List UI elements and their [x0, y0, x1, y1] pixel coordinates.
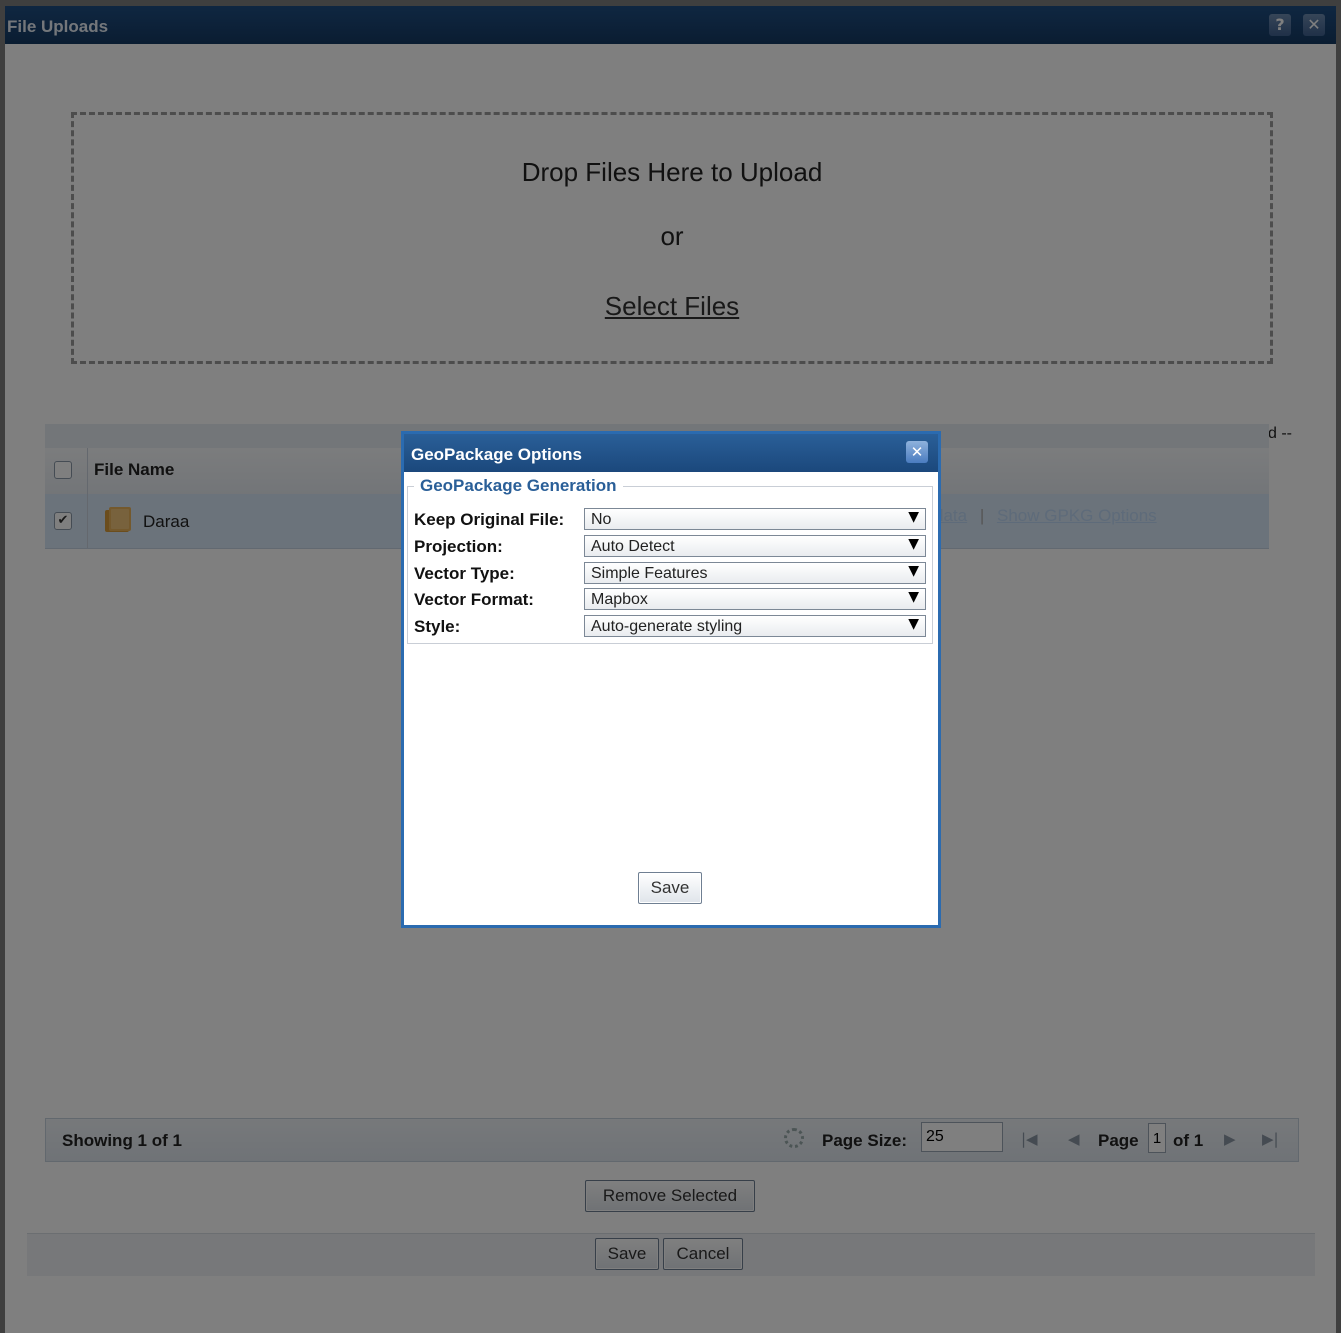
link-separator: | [979, 506, 985, 525]
dropdown-arrow-icon: ▼ [908, 509, 919, 525]
vector-type-select[interactable]: Simple Features ▼ [584, 562, 926, 584]
dialog-titlebar: GeoPackage Options ✕ [404, 434, 938, 472]
dropdown-arrow-icon: ▼ [908, 616, 919, 632]
vector-format-label: Vector Format: [414, 590, 534, 609]
style-label: Style: [414, 617, 461, 636]
geopackage-options-dialog: GeoPackage Options ✕ GeoPackage Generati… [401, 431, 941, 928]
dropdown-arrow-icon: ▼ [908, 536, 919, 552]
dropdown-arrow-icon: ▼ [908, 563, 919, 579]
row-links: data | Show GPKG Options [934, 506, 1157, 526]
vector-format-value: Mapbox [591, 591, 648, 608]
vector-type-value: Simple Features [591, 565, 708, 582]
dialog-title: GeoPackage Options [411, 445, 582, 464]
vector-format-select[interactable]: Mapbox ▼ [584, 588, 926, 610]
dialog-save-button[interactable]: Save [638, 872, 702, 904]
style-select[interactable]: Auto-generate styling ▼ [584, 615, 926, 637]
keep-original-file-label: Keep Original File: [414, 510, 565, 529]
show-gpkg-options-link[interactable]: Show GPKG Options [997, 506, 1157, 525]
style-value: Auto-generate styling [591, 618, 743, 635]
projection-value: Auto Detect [591, 538, 675, 555]
projection-select[interactable]: Auto Detect ▼ [584, 535, 926, 557]
dialog-close-icon[interactable]: ✕ [906, 441, 928, 463]
keep-original-file-value: No [591, 511, 612, 528]
dropdown-arrow-icon: ▼ [908, 589, 919, 605]
projection-label: Projection: [414, 537, 503, 556]
vector-type-label: Vector Type: [414, 564, 515, 583]
keep-original-file-select[interactable]: No ▼ [584, 508, 926, 530]
fieldset-legend: GeoPackage Generation [414, 476, 623, 496]
